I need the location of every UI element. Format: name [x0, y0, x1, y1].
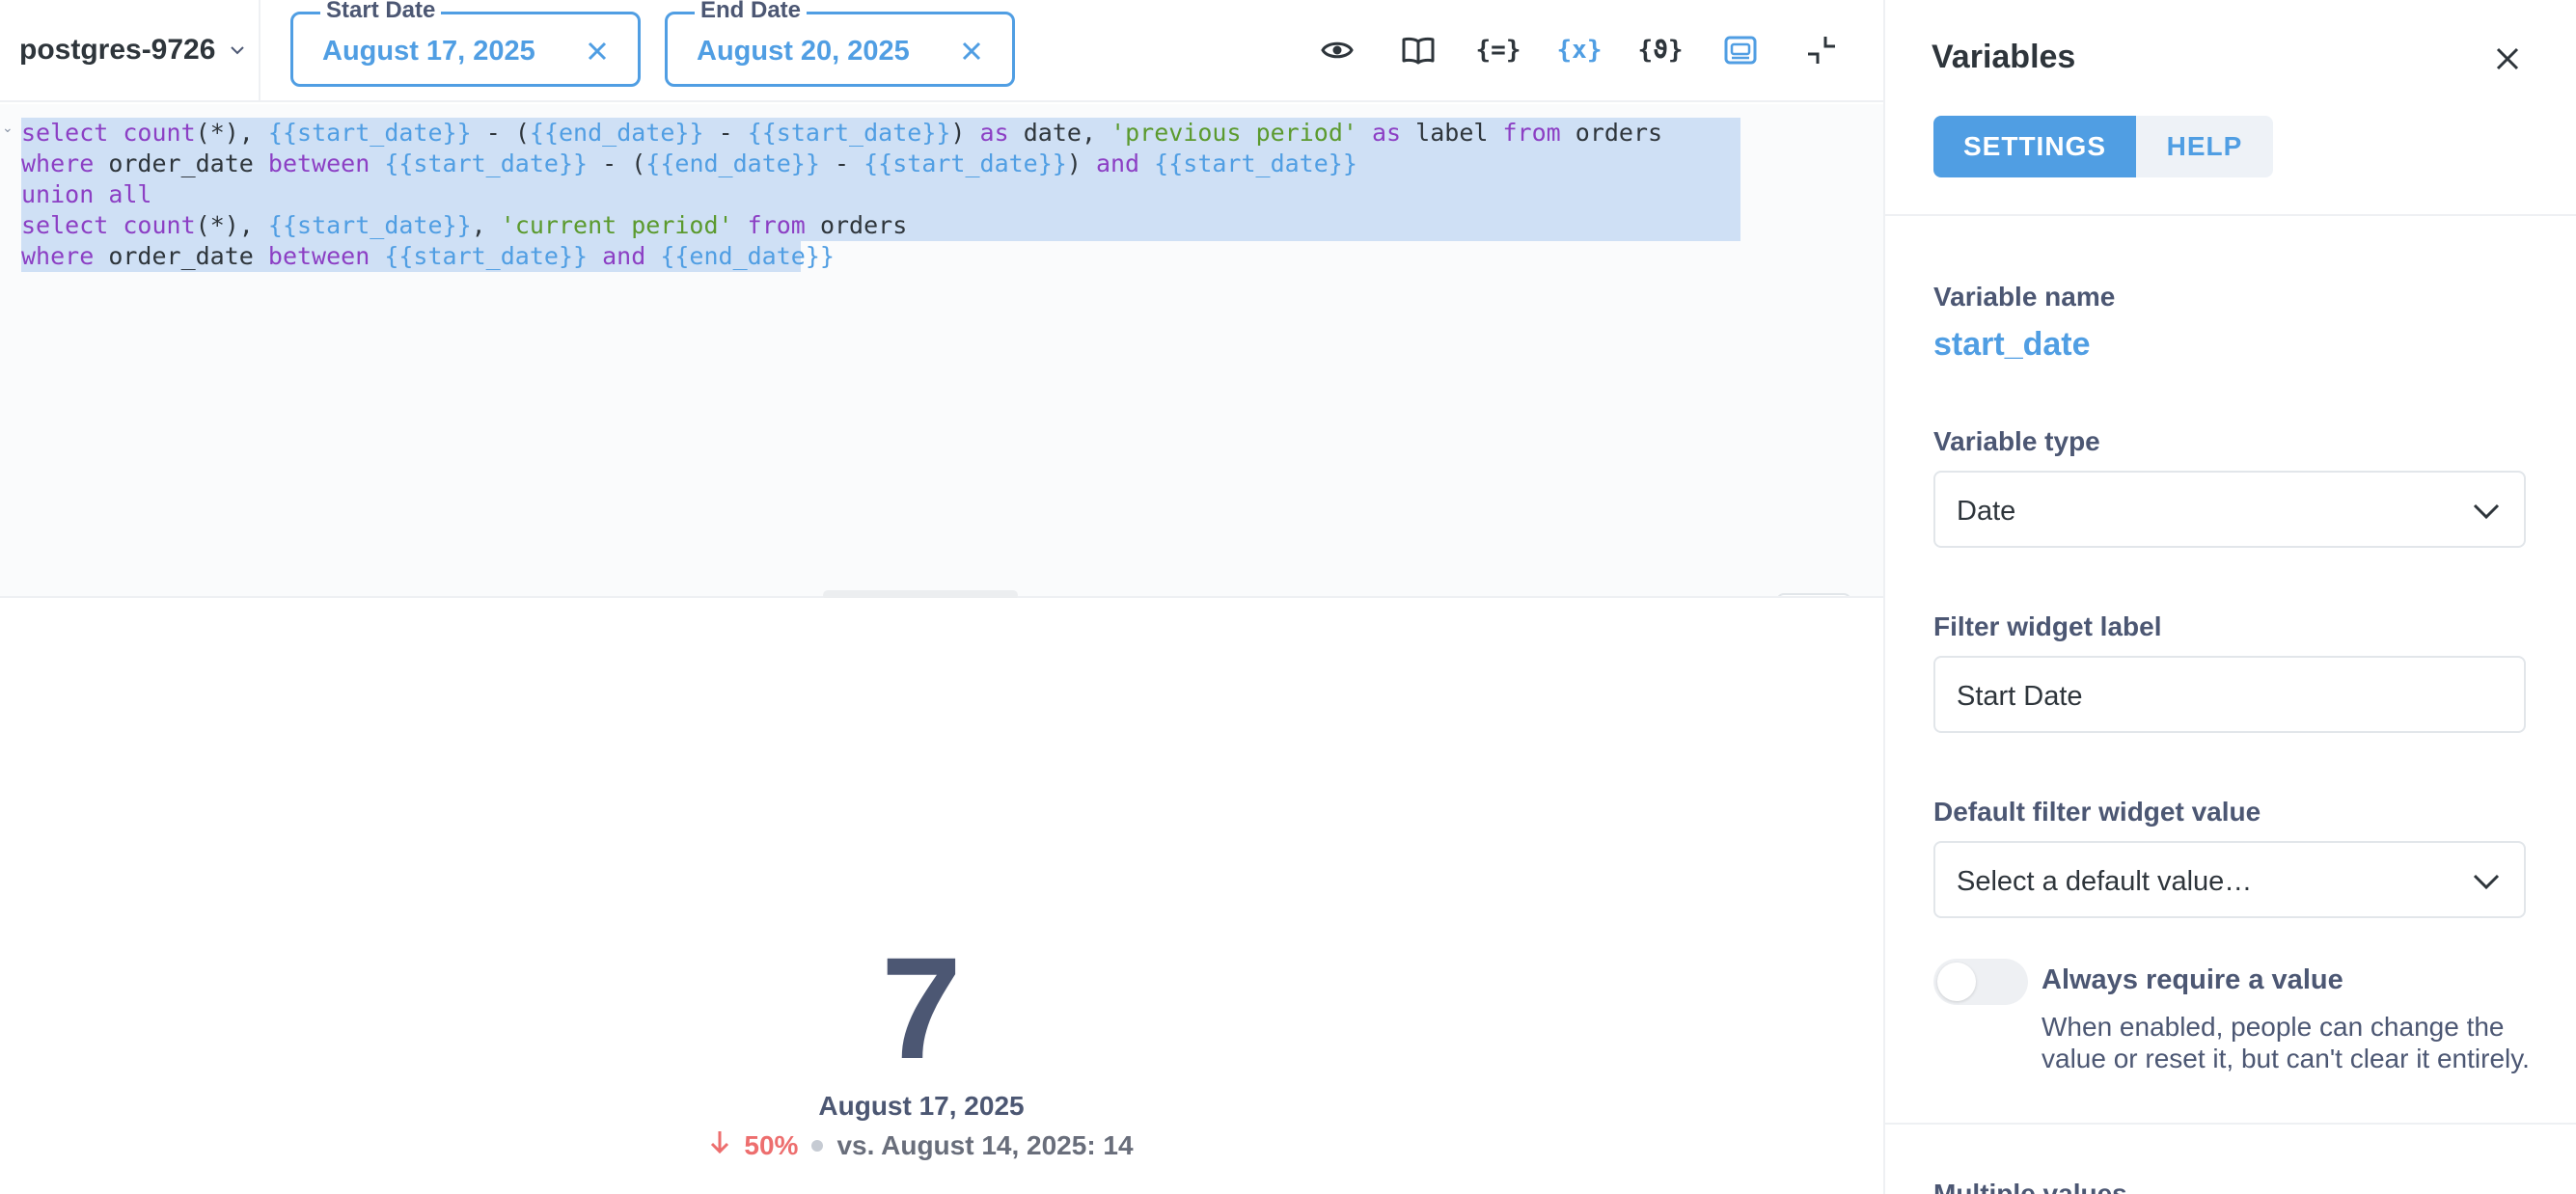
close-icon[interactable] [584, 38, 611, 65]
filter-widget-label-input[interactable]: Start Date [1933, 656, 2526, 733]
collapse-icon[interactable] [1802, 31, 1841, 69]
template-icon[interactable]: {ϑ} [1638, 31, 1684, 69]
close-icon[interactable] [2493, 44, 2522, 73]
code-line[interactable]: select count(*), {{start_date}} - ({{end… [21, 118, 1662, 149]
sql-editor[interactable]: ⌄ select count(*), {{start_date}} - ({{e… [0, 104, 1883, 668]
start-date-filter[interactable]: Start Date August 17, 2025 [290, 0, 641, 87]
variable-type-label: Variable type [1933, 426, 2100, 456]
chevron-down-icon [2473, 874, 2500, 890]
default-value-select[interactable]: Select a default value… [1933, 841, 2526, 918]
code-line[interactable]: where order_date between {{start_date}} … [21, 241, 1662, 272]
snippet-icon[interactable]: {=} [1476, 31, 1521, 69]
change-percent: 50% [744, 1129, 799, 1160]
query-toolbar: postgres-9726 Start Date August 17, 2025… [0, 0, 1883, 102]
scalar-date: August 17, 2025 [818, 1091, 1025, 1121]
database-name: postgres-9726 [19, 34, 216, 66]
tab-help[interactable]: HELP [2136, 116, 2273, 177]
variable-name-label: Variable name [1933, 282, 2116, 312]
code-line[interactable]: select count(*), {{start_date}}, 'curren… [21, 210, 1662, 241]
filter-widget-label-label: Filter widget label [1933, 611, 2162, 641]
toggle-knob [1937, 963, 1976, 1001]
require-value-toggle[interactable] [1933, 959, 2028, 1005]
start-date-filter-label: Start Date [320, 0, 442, 22]
divider [1885, 1123, 2576, 1125]
preview-icon[interactable] [1721, 31, 1760, 69]
book-icon[interactable] [1399, 31, 1438, 69]
start-date-filter-value[interactable]: August 17, 2025 [322, 36, 535, 67]
multiple-values-label: Multiple values [1933, 1179, 2127, 1194]
fold-arrow-icon[interactable]: ⌄ [2, 120, 14, 136]
default-value-placeholder: Select a default value… [1957, 866, 2253, 897]
divider [1885, 214, 2576, 216]
end-date-filter-value[interactable]: August 20, 2025 [697, 36, 910, 67]
code-line[interactable]: union all [21, 179, 1662, 210]
chevron-down-icon [2473, 503, 2500, 520]
database-picker[interactable]: postgres-9726 [19, 29, 246, 71]
variable-type-value: Date [1957, 496, 2016, 527]
variables-sidebar: Variables SETTINGS HELP Variable name st… [1883, 0, 2576, 1194]
scalar-result: 7 August 17, 2025 50% vs. August 14, 202… [0, 598, 1883, 1194]
sidebar-title: Variables [1932, 39, 2076, 75]
sidebar-tabs: SETTINGS HELP [1933, 116, 2273, 177]
sql-code[interactable]: select count(*), {{start_date}} - ({{end… [21, 118, 1662, 272]
arrow-down-icon [709, 1128, 730, 1162]
main-area: postgres-9726 Start Date August 17, 2025… [0, 0, 1883, 1194]
comparison-row: 50% vs. August 14, 2025: 14 [0, 1128, 1843, 1162]
filter-widget-label-value: Start Date [1957, 681, 2083, 712]
variables-icon[interactable]: {x} [1557, 31, 1603, 69]
require-value-description: When enabled, people can change the valu… [2042, 1012, 2530, 1073]
end-date-filter[interactable]: End Date August 20, 2025 [665, 0, 1015, 87]
end-date-filter-label: End Date [695, 0, 808, 22]
variable-type-select[interactable]: Date [1933, 471, 2526, 548]
tab-settings[interactable]: SETTINGS [1933, 116, 2136, 177]
code-line[interactable]: where order_date between {{start_date}} … [21, 149, 1662, 179]
scalar-value: 7 [881, 927, 962, 1089]
eye-icon[interactable] [1318, 31, 1357, 69]
previous-period-value: vs. August 14, 2025: 14 [836, 1129, 1134, 1160]
variable-name-value: start_date [1933, 326, 2091, 363]
chevron-down-icon [231, 46, 245, 55]
divider [259, 0, 260, 102]
require-value-label: Always require a value [2042, 964, 2343, 995]
close-icon[interactable] [958, 38, 985, 65]
separator-dot [811, 1139, 824, 1152]
default-value-label: Default filter widget value [1933, 797, 2261, 827]
